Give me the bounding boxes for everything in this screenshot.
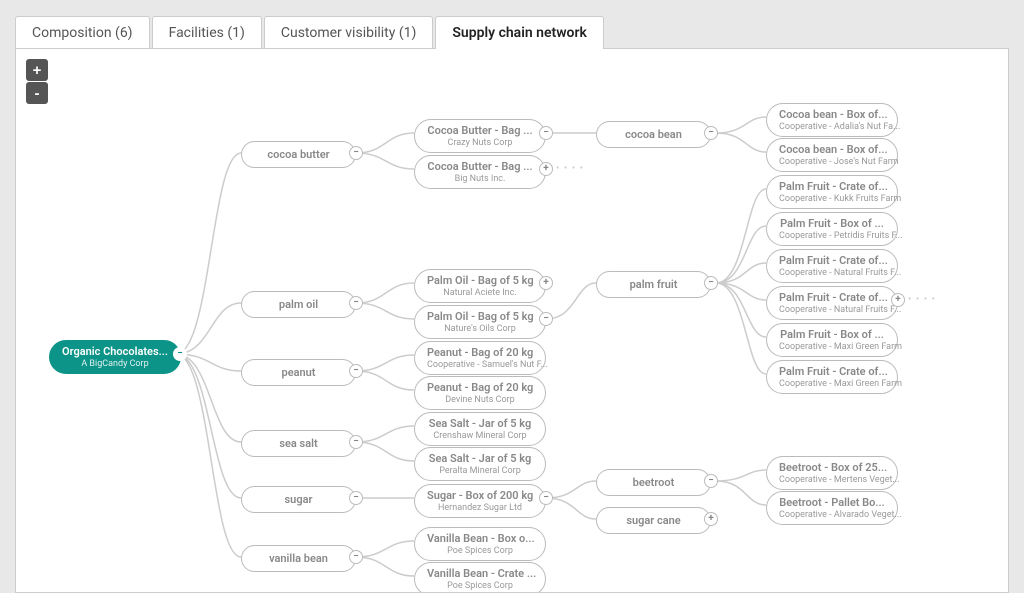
- leaf-pf1[interactable]: Palm Fruit - Crate of...Cooperative - Ku…: [766, 175, 898, 209]
- cat-vanilla[interactable]: vanilla bean: [241, 545, 356, 572]
- sub-palm-fruit[interactable]: palm fruit: [596, 271, 711, 298]
- cat-cocoa-butter[interactable]: cocoa butter: [241, 141, 356, 168]
- mid-po1[interactable]: Palm Oil - Bag of 5 kgNatural Aciete Inc…: [414, 269, 546, 303]
- mid-sg1[interactable]: Sugar - Box of 200 kgHernandez Sugar Ltd: [414, 484, 546, 518]
- mid-cb2[interactable]: Cocoa Butter - Bag ...Big Nuts Inc.: [414, 155, 546, 189]
- tabs: Composition (6) Facilities (1) Customer …: [15, 15, 1009, 48]
- sub-sugar-cane[interactable]: sugar cane: [596, 507, 711, 534]
- zoom-in-button[interactable]: +: [26, 59, 48, 81]
- leaf-pf6[interactable]: Palm Fruit - Crate of...Cooperative - Ma…: [766, 360, 898, 394]
- sub-beetroot-toggle[interactable]: −: [704, 474, 718, 488]
- tab-facilities[interactable]: Facilities (1): [152, 16, 262, 49]
- leaf-cbn1[interactable]: Cocoa bean - Box of...Cooperative - Adal…: [766, 103, 898, 137]
- sub-cocoa-bean[interactable]: cocoa bean: [596, 121, 711, 148]
- mid-pn1[interactable]: Peanut - Bag of 20 kgCooperative - Samue…: [414, 341, 546, 375]
- dots-cb2: • • • •: [556, 163, 584, 174]
- leaf-cbn2[interactable]: Cocoa bean - Box of...Cooperative - Jose…: [766, 138, 898, 172]
- cat-sea-salt[interactable]: sea salt: [241, 430, 356, 457]
- cat-sugar[interactable]: sugar: [241, 486, 356, 513]
- cat-sea-salt-toggle[interactable]: −: [349, 435, 363, 449]
- zoom-controls: + -: [26, 59, 48, 105]
- leaf-pf3[interactable]: Palm Fruit - Crate of...Cooperative - Na…: [766, 249, 898, 283]
- cat-palm-oil-toggle[interactable]: −: [349, 296, 363, 310]
- root-node[interactable]: Organic Chocolates... A BigCandy Corp: [49, 340, 181, 374]
- sub-palm-fruit-toggle[interactable]: −: [704, 276, 718, 290]
- sub-cocoa-bean-toggle[interactable]: −: [704, 126, 718, 140]
- cat-cocoa-butter-toggle[interactable]: −: [349, 146, 363, 160]
- mid-vb1[interactable]: Vanilla Bean - Box o...Poe Spices Corp: [414, 527, 546, 561]
- mid-pn2[interactable]: Peanut - Bag of 20 kgDevine Nuts Corp: [414, 376, 546, 410]
- root-toggle[interactable]: −: [173, 347, 187, 361]
- network-panel: + -: [15, 48, 1009, 593]
- tab-composition[interactable]: Composition (6): [15, 16, 150, 49]
- mid-po1-toggle[interactable]: +: [539, 276, 553, 290]
- tab-customer-visibility[interactable]: Customer visibility (1): [264, 16, 434, 49]
- root-title: Organic Chocolates...: [62, 345, 168, 358]
- leaf-br1[interactable]: Beetroot - Box of 25...Cooperative - Mer…: [766, 456, 898, 490]
- mid-ss2[interactable]: Sea Salt - Jar of 5 kgPeralta Mineral Co…: [414, 447, 546, 481]
- sub-sugar-cane-toggle[interactable]: +: [704, 512, 718, 526]
- sub-beetroot[interactable]: beetroot: [596, 469, 711, 496]
- cat-peanut-toggle[interactable]: −: [349, 364, 363, 378]
- mid-po2-toggle[interactable]: −: [539, 312, 553, 326]
- leaf-pf5[interactable]: Palm Fruit - Box of ...Cooperative - Max…: [766, 323, 898, 357]
- leaf-br2[interactable]: Beetroot - Pallet Bo...Cooperative - Alv…: [766, 491, 898, 525]
- dots-pf4: • • • •: [908, 294, 936, 305]
- leaf-pf4-toggle[interactable]: +: [891, 293, 905, 307]
- mid-ss1[interactable]: Sea Salt - Jar of 5 kgCrenshaw Mineral C…: [414, 412, 546, 446]
- zoom-out-button[interactable]: -: [26, 82, 48, 104]
- leaf-pf4[interactable]: Palm Fruit - Crate of...Cooperative - Na…: [766, 286, 898, 320]
- mid-cb2-toggle[interactable]: +: [539, 162, 553, 176]
- mid-po2[interactable]: Palm Oil - Bag of 5 kgNature's Oils Corp: [414, 305, 546, 339]
- cat-vanilla-toggle[interactable]: −: [349, 550, 363, 564]
- cat-sugar-toggle[interactable]: −: [349, 491, 363, 505]
- root-sub: A BigCandy Corp: [62, 359, 168, 369]
- leaf-pf2[interactable]: Palm Fruit - Box of ...Cooperative - Pet…: [766, 212, 898, 246]
- cat-palm-oil[interactable]: palm oil: [241, 291, 356, 318]
- mid-cb1[interactable]: Cocoa Butter - Bag ...Crazy Nuts Corp: [414, 119, 546, 153]
- mid-cb1-toggle[interactable]: −: [539, 126, 553, 140]
- mid-sg1-toggle[interactable]: −: [539, 491, 553, 505]
- cat-peanut[interactable]: peanut: [241, 359, 356, 386]
- mid-vb2[interactable]: Vanilla Bean - Crate ...Poe Spices Corp: [414, 562, 546, 593]
- tree-canvas[interactable]: Organic Chocolates... A BigCandy Corp − …: [16, 49, 1008, 592]
- tab-supply-chain[interactable]: Supply chain network: [435, 16, 604, 49]
